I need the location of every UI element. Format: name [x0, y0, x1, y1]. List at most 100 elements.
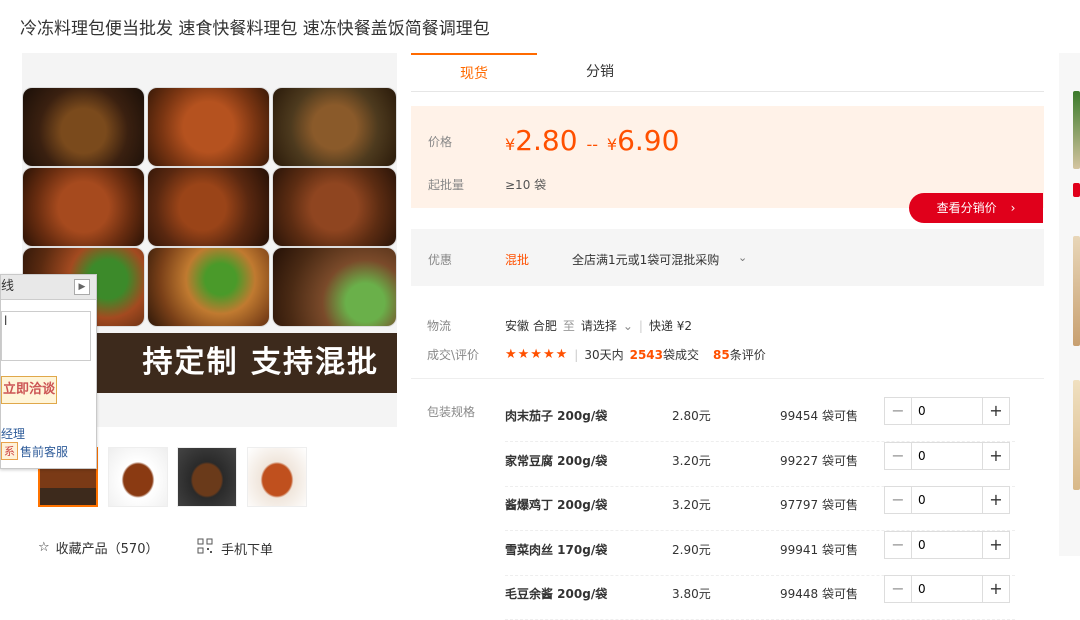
- spec-stock: 99448 袋可售: [780, 587, 858, 601]
- plus-icon[interactable]: +: [982, 531, 1009, 558]
- minus-icon[interactable]: −: [885, 487, 912, 513]
- quantity-input[interactable]: [912, 442, 982, 469]
- deals-label: 成交\评价: [427, 348, 480, 362]
- food-photo: [22, 167, 145, 247]
- mobile-order-label: 手机下单: [221, 542, 274, 558]
- quantity-stepper: −+: [884, 486, 1010, 514]
- spec-price: 2.80元: [672, 409, 711, 423]
- recommendation-image[interactable]: [1073, 380, 1080, 490]
- review-count[interactable]: 85: [713, 348, 730, 362]
- divider: |: [638, 318, 643, 333]
- spec-stock: 99454 袋可售: [780, 409, 858, 423]
- star-outline-icon: ☆: [38, 540, 50, 555]
- spec-name: 肉末茄子 200g/袋: [505, 409, 608, 423]
- spec-price: 3.20元: [672, 498, 711, 512]
- food-photo: [147, 87, 270, 167]
- quantity-input[interactable]: [912, 398, 982, 424]
- rating-stars: ★★★★★: [505, 347, 569, 362]
- spec-row: 雪菜肉丝 170g/袋 2.90元 99941 袋可售 − +: [505, 530, 1015, 576]
- spec-row: 酱爆鸡丁 200g/袋3.20元97797 袋可售−+: [505, 486, 1015, 531]
- qr-code-icon: [197, 538, 213, 558]
- chevron-right-icon: ›: [1010, 201, 1016, 215]
- minus-icon[interactable]: −: [885, 442, 912, 469]
- minus-icon[interactable]: −: [885, 531, 912, 558]
- thumbnail[interactable]: [177, 447, 237, 507]
- logistics-panel: 物流 安徽 合肥 至 请选择 ⌄ | 快递 ¥2 成交\评价 ★★★★★ | 3…: [411, 300, 1044, 379]
- plus-icon[interactable]: +: [982, 487, 1009, 513]
- moq-label: 起批量: [428, 178, 465, 192]
- favorite-label: 收藏产品（570）: [55, 542, 159, 557]
- plus-icon[interactable]: +: [982, 398, 1009, 424]
- express-fee: 快递 ¥2: [648, 319, 693, 333]
- promo-label: 优惠: [428, 253, 453, 267]
- price-low: 2.80: [515, 124, 578, 157]
- mixed-batch-tag: 混批: [505, 253, 530, 267]
- chat-manager-link[interactable]: 经理: [1, 425, 25, 442]
- food-photo: [147, 167, 270, 247]
- spec-row: 家常豆腐 200g/袋3.20元99227 袋可售−+: [505, 441, 1015, 487]
- tab-spot[interactable]: 现货: [411, 53, 537, 91]
- chevron-down-icon[interactable]: ⌄: [623, 319, 633, 333]
- spec-stock: 99941 袋可售: [780, 542, 858, 557]
- deal-count: 2543: [629, 347, 664, 362]
- tab-distribution[interactable]: 分销: [537, 53, 663, 91]
- minus-icon[interactable]: −: [885, 576, 912, 602]
- price-range: ¥2.80 -- ¥6.90: [505, 124, 679, 157]
- thumbnail[interactable]: [108, 447, 168, 507]
- chat-now-button[interactable]: 立即洽谈: [1, 376, 57, 404]
- review-unit[interactable]: 条评价: [730, 346, 766, 363]
- divider: |: [574, 347, 579, 362]
- quantity-input[interactable]: [912, 576, 982, 602]
- spec-name: 毛豆余酱 200g/袋: [505, 587, 608, 601]
- logistics-label: 物流: [427, 319, 452, 333]
- thumbnail[interactable]: [247, 447, 307, 507]
- deal-unit: 袋成交: [663, 348, 700, 362]
- spec-price: 3.20元: [672, 453, 711, 468]
- days-text: 30天内: [584, 348, 624, 362]
- to-label: 至: [562, 319, 575, 333]
- favorite-product[interactable]: ☆ 收藏产品（570）: [38, 538, 158, 557]
- spec-row: 肉末茄子 200g/袋 2.80元 99454 袋可售 − +: [505, 397, 1015, 442]
- plus-icon[interactable]: +: [982, 576, 1009, 602]
- spec-price: 2.90元: [672, 542, 711, 557]
- view-distribution-price-button[interactable]: 查看分销价 ›: [909, 193, 1043, 223]
- minus-icon[interactable]: −: [885, 398, 912, 424]
- spec-stock: 97797 袋可售: [780, 498, 858, 512]
- chevron-down-icon[interactable]: ⌄: [738, 251, 747, 264]
- promo-text: 全店满1元或1袋可混批采购: [572, 253, 720, 267]
- price-label: 价格: [428, 135, 453, 149]
- chat-message-box[interactable]: l: [1, 311, 91, 361]
- product-title: 冷冻料理包便当批发 速食快餐料理包 速冻快餐盖饭简餐调理包: [20, 19, 490, 39]
- yen-symbol: ¥: [606, 135, 618, 154]
- spec-label: 包装规格: [427, 405, 476, 419]
- recommendation-badge: [1073, 183, 1080, 197]
- price-high: 6.90: [617, 124, 680, 157]
- destination-select[interactable]: 请选择: [581, 317, 617, 334]
- dist-button-label: 查看分销价: [936, 201, 997, 215]
- chat-popup: 线 ▶ l 立即洽谈 经理 系 售前客服: [0, 274, 97, 469]
- mobile-order[interactable]: 手机下单: [197, 538, 273, 558]
- side-recommendations: [1059, 53, 1080, 556]
- price-dash: --: [586, 135, 598, 154]
- spec-name: 酱爆鸡丁 200g/袋: [505, 498, 608, 512]
- spec-price: 3.80元: [672, 587, 711, 601]
- presales-label: 售前客服: [20, 444, 69, 459]
- recommendation-image[interactable]: [1073, 236, 1080, 346]
- food-photo: [22, 87, 145, 167]
- quantity-input[interactable]: [912, 487, 982, 513]
- purchase-tabs: 现货 分销: [411, 53, 1044, 92]
- food-photo: [272, 247, 397, 327]
- food-photo: [147, 247, 270, 327]
- quantity-input[interactable]: [912, 531, 982, 558]
- play-arrow-icon[interactable]: ▶: [74, 279, 90, 295]
- ship-from: 安徽 合肥: [505, 319, 557, 333]
- recommendation-image[interactable]: [1073, 91, 1080, 169]
- yen-symbol: ¥: [505, 135, 516, 154]
- contact-tag: 系: [1, 442, 18, 460]
- spec-name: 雪菜肉丝 170g/袋: [505, 542, 608, 557]
- plus-icon[interactable]: +: [982, 442, 1009, 469]
- chat-presales-link[interactable]: 系 售前客服: [1, 442, 68, 460]
- food-photo: [272, 87, 397, 167]
- spec-row: 毛豆余酱 200g/袋 3.80元 99448 袋可售 − +: [505, 575, 1015, 620]
- spec-stock: 99227 袋可售: [780, 453, 858, 468]
